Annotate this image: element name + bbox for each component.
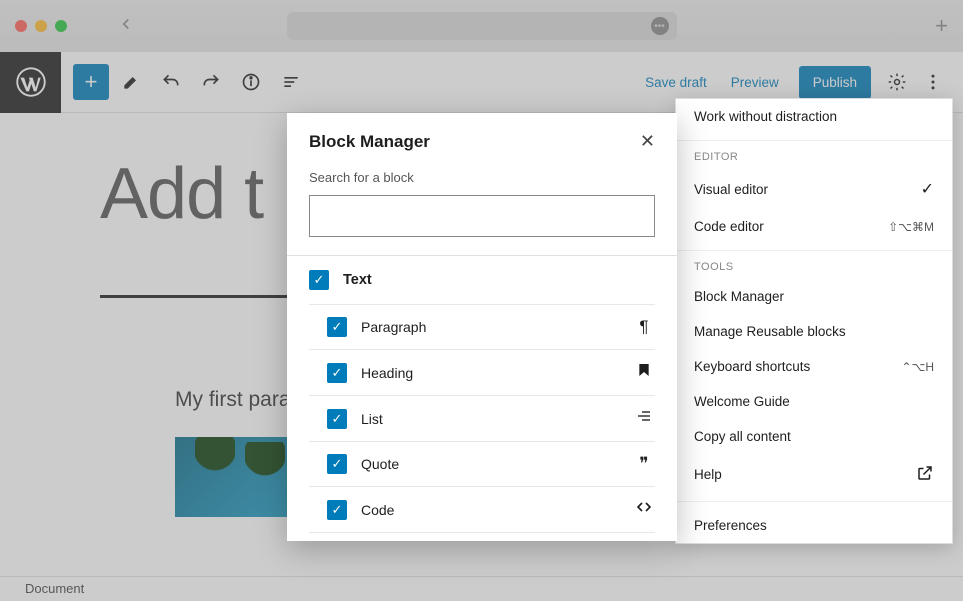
block-label: Code	[361, 502, 619, 518]
shortcut-label: ⇧⌥⌘M	[888, 220, 934, 234]
checkbox-checked[interactable]: ✓	[327, 454, 347, 474]
menu-item-label: Visual editor	[694, 182, 768, 197]
redo-button[interactable]	[193, 64, 229, 100]
list-icon	[633, 408, 655, 429]
paragraph-icon: ¶	[633, 317, 655, 337]
menu-item-label: Keyboard shortcuts	[694, 359, 810, 374]
menu-item-keyboard-shortcuts[interactable]: Keyboard shortcuts ⌃⌥H	[676, 349, 952, 384]
shortcut-label: ⌃⌥H	[901, 360, 934, 374]
modal-header: Block Manager ✕	[287, 113, 677, 170]
block-label: Quote	[361, 456, 619, 472]
status-bar: Document	[0, 576, 963, 601]
menu-item-label: Preferences	[694, 518, 767, 533]
menu-item-reusable-blocks[interactable]: Manage Reusable blocks	[676, 314, 952, 349]
save-draft-button[interactable]: Save draft	[633, 67, 719, 98]
breadcrumb[interactable]: Document	[25, 581, 84, 596]
block-label: Heading	[361, 365, 619, 381]
menu-item-label: Manage Reusable blocks	[694, 324, 846, 339]
menu-item-label: Code editor	[694, 219, 764, 234]
modal-search-section: Search for a block	[287, 170, 677, 255]
menu-item-block-manager[interactable]: Block Manager	[676, 279, 952, 314]
block-row-heading[interactable]: ✓ Heading	[309, 350, 655, 396]
block-row-quote[interactable]: ✓ Quote ❞	[309, 442, 655, 487]
menu-item-code-editor[interactable]: Code editor ⇧⌥⌘M	[676, 209, 952, 244]
block-category-row[interactable]: ✓ Text	[287, 256, 677, 304]
block-list: ✓ Paragraph ¶ ✓ Heading ✓ List ✓ Quo	[309, 304, 655, 533]
block-label: List	[361, 411, 619, 427]
edit-icon[interactable]	[113, 64, 149, 100]
block-row-code[interactable]: ✓ Code	[309, 487, 655, 533]
preview-button[interactable]: Preview	[719, 67, 791, 98]
wordpress-logo[interactable]	[0, 52, 61, 113]
code-icon	[633, 499, 655, 520]
back-button[interactable]	[117, 15, 135, 38]
menu-section-editor: EDITOR	[676, 140, 952, 169]
block-label: Paragraph	[361, 319, 619, 335]
menu-item-label: Copy all content	[694, 429, 791, 444]
publish-button[interactable]: Publish	[799, 66, 871, 99]
category-label: Text	[343, 272, 372, 288]
menu-section-tools: TOOLS	[676, 250, 952, 279]
maximize-window-button[interactable]	[55, 20, 67, 32]
traffic-lights	[15, 20, 67, 32]
heading-icon	[633, 362, 655, 383]
modal-title: Block Manager	[309, 132, 430, 152]
info-icon[interactable]	[233, 64, 269, 100]
outline-icon[interactable]	[273, 64, 309, 100]
address-bar[interactable]: •••	[287, 12, 677, 40]
search-label: Search for a block	[309, 170, 655, 185]
more-options-button[interactable]	[915, 64, 951, 100]
menu-item-label: Work without distraction	[694, 109, 837, 124]
block-manager-modal: Block Manager ✕ Search for a block ✓ Tex…	[287, 113, 677, 541]
options-dropdown: Work without distraction EDITOR Visual e…	[675, 98, 953, 544]
quote-icon: ❞	[633, 454, 655, 474]
check-icon	[921, 179, 934, 199]
add-block-button[interactable]: +	[73, 64, 109, 100]
minimize-window-button[interactable]	[35, 20, 47, 32]
menu-separator	[676, 501, 952, 502]
checkbox-checked[interactable]: ✓	[309, 270, 329, 290]
block-row-list[interactable]: ✓ List	[309, 396, 655, 442]
menu-item-welcome-guide[interactable]: Welcome Guide	[676, 384, 952, 419]
checkbox-checked[interactable]: ✓	[327, 317, 347, 337]
menu-item-preferences[interactable]: Preferences	[676, 508, 952, 543]
menu-item-help[interactable]: Help	[676, 454, 952, 495]
new-tab-button[interactable]: +	[935, 13, 948, 39]
window-titlebar: ••• +	[0, 0, 963, 52]
external-link-icon	[916, 464, 934, 485]
settings-icon[interactable]	[879, 64, 915, 100]
menu-item-label: Block Manager	[694, 289, 784, 304]
menu-item-copy-all[interactable]: Copy all content	[676, 419, 952, 454]
menu-item-visual-editor[interactable]: Visual editor	[676, 169, 952, 209]
close-icon[interactable]: ✕	[640, 131, 655, 152]
menu-item-distraction-free[interactable]: Work without distraction	[676, 99, 952, 134]
search-input[interactable]	[309, 195, 655, 237]
block-row-paragraph[interactable]: ✓ Paragraph ¶	[309, 305, 655, 350]
checkbox-checked[interactable]: ✓	[327, 363, 347, 383]
undo-button[interactable]	[153, 64, 189, 100]
reader-icon[interactable]: •••	[651, 17, 669, 35]
modal-body: ✓ Text ✓ Paragraph ¶ ✓ Heading ✓ List	[287, 256, 677, 541]
menu-item-label: Welcome Guide	[694, 394, 790, 409]
checkbox-checked[interactable]: ✓	[327, 500, 347, 520]
checkbox-checked[interactable]: ✓	[327, 409, 347, 429]
close-window-button[interactable]	[15, 20, 27, 32]
menu-item-label: Help	[694, 467, 722, 482]
